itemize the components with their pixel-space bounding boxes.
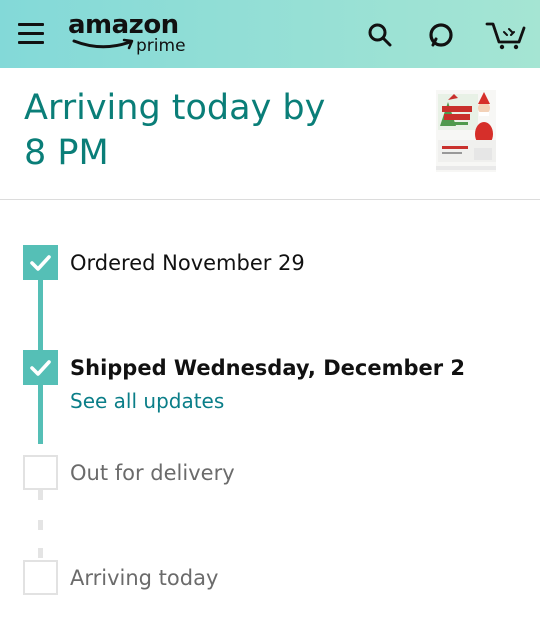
search-icon[interactable]: [367, 22, 393, 48]
delivery-status-line2: 8 PM: [24, 133, 109, 173]
step-shipped-label: Shipped Wednesday, December 2: [70, 356, 466, 380]
menu-icon[interactable]: [18, 23, 44, 45]
cart-icon[interactable]: [485, 20, 527, 50]
step-ordered-checkbox: [23, 245, 58, 280]
product-thumbnail[interactable]: [434, 88, 498, 174]
smile-arrow-icon: [72, 38, 134, 50]
step-out-for-delivery-checkbox: [23, 455, 58, 490]
timeline-pending-dash: [38, 520, 43, 530]
alexa-icon[interactable]: [428, 22, 454, 48]
timeline-pending-dash: [38, 490, 43, 500]
timeline-pending-dash: [38, 548, 43, 558]
delivery-status-line1: Arriving today by: [24, 88, 326, 128]
delivery-status-title: Arriving today by 8 PM: [24, 86, 354, 176]
step-shipped-checkbox: [23, 350, 58, 385]
top-navigation-bar: amazon prime: [0, 0, 540, 68]
step-ordered-label: Ordered November 29: [70, 251, 305, 275]
amazon-prime-logo[interactable]: amazon prime: [68, 10, 198, 58]
step-arriving-today-label: Arriving today: [70, 566, 219, 590]
step-out-for-delivery-label: Out for delivery: [70, 461, 235, 485]
check-icon: [30, 255, 51, 271]
check-icon: [30, 360, 51, 376]
step-arriving-today-checkbox: [23, 560, 58, 595]
logo-prime-label: prime: [136, 36, 186, 56]
see-all-updates-link[interactable]: See all updates: [70, 389, 224, 413]
section-divider: [0, 199, 540, 200]
